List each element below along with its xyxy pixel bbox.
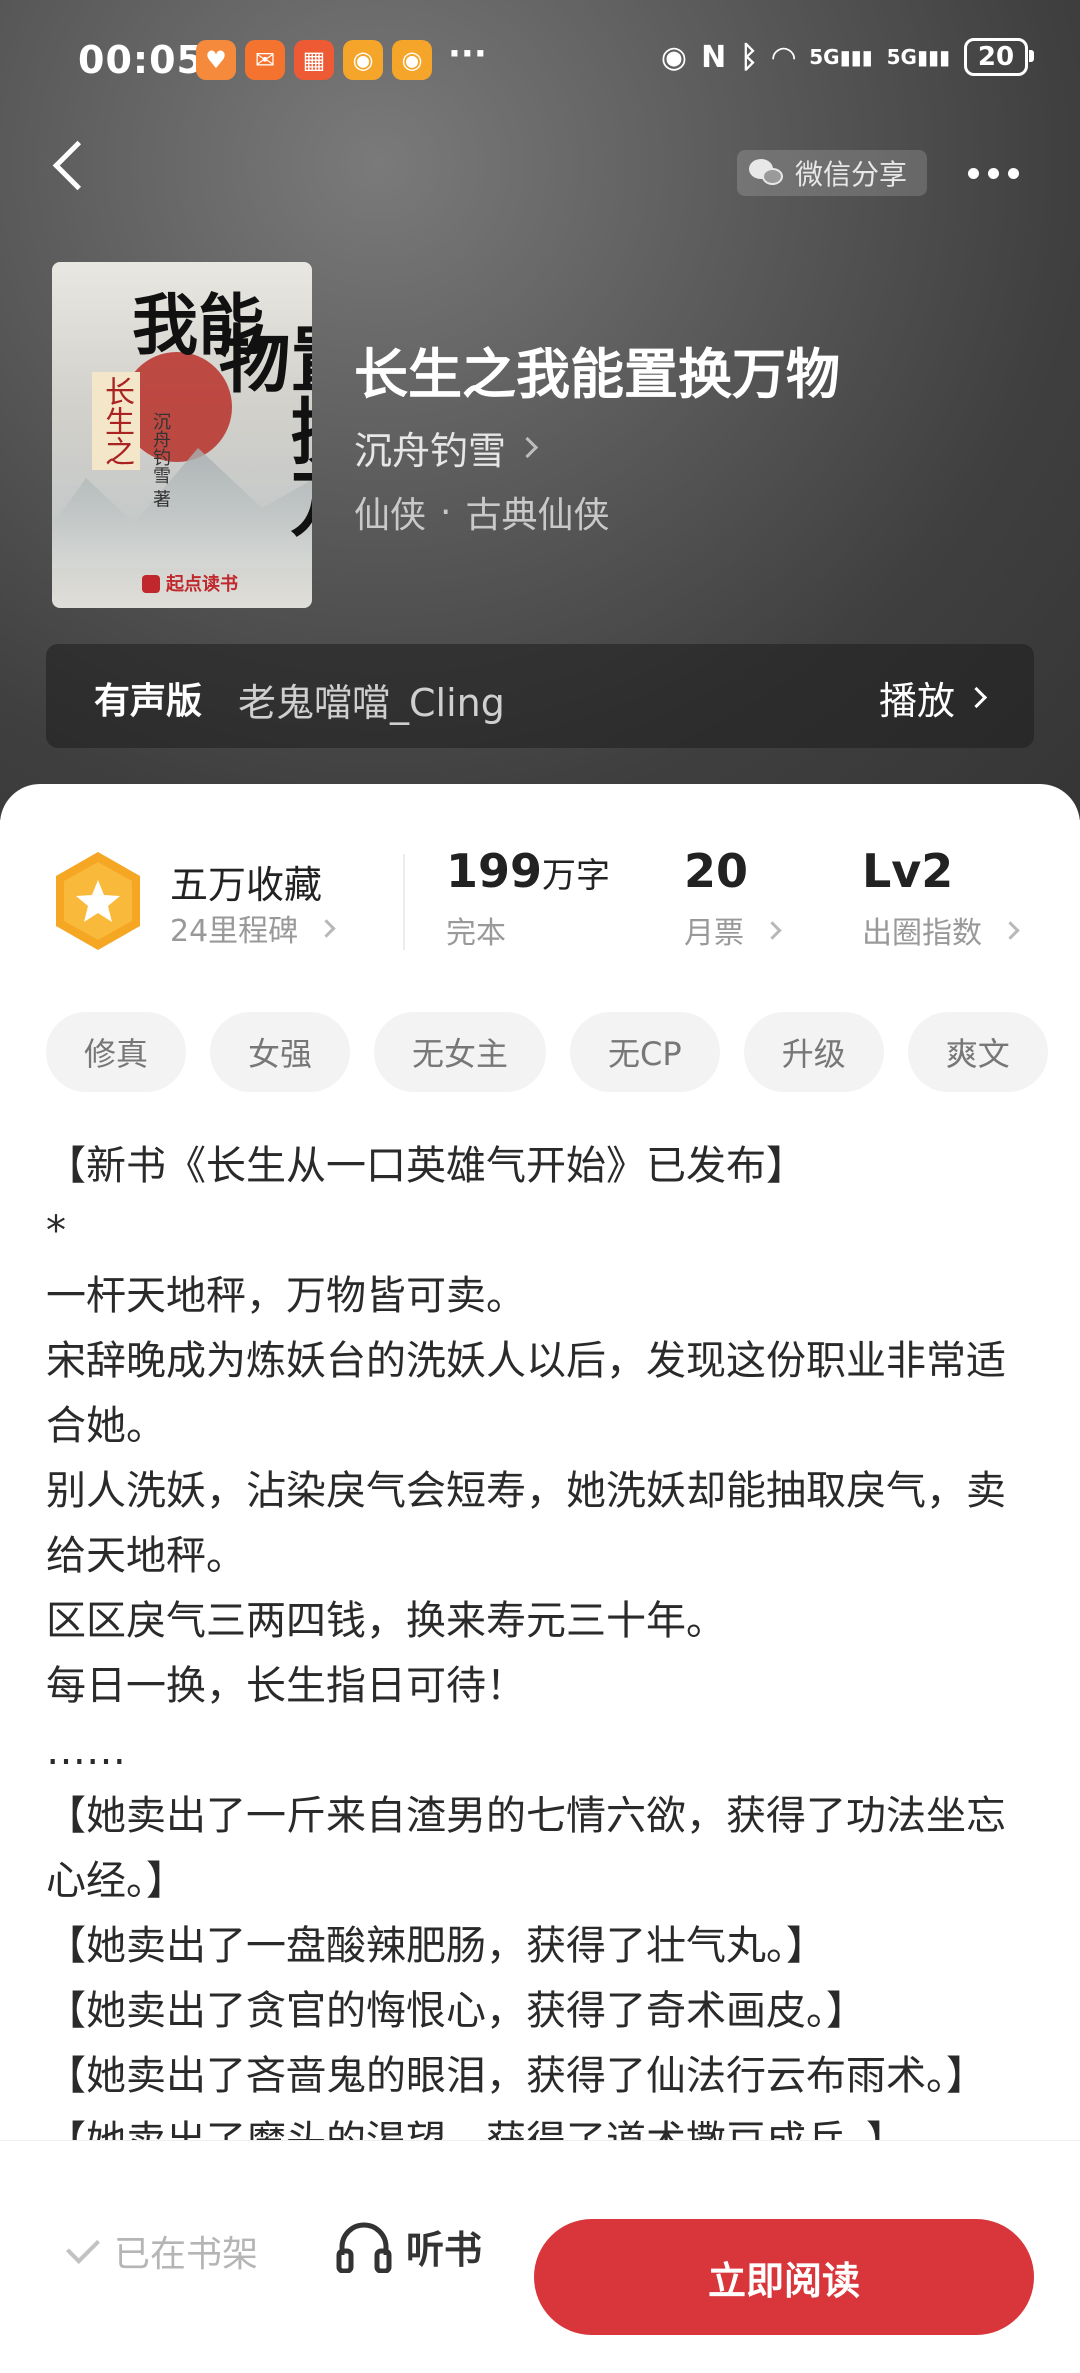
wechat-icon <box>749 159 785 187</box>
stats-row: 五万收藏 24里程碑 199万字 完本 20 月票 Lv2 出圈指数 <box>0 844 1080 974</box>
tag-chip[interactable]: 升级 <box>743 1012 884 1092</box>
cover-title-prefix: 长生之 <box>92 372 140 470</box>
mail-app-icon: ✉ <box>245 40 285 80</box>
play-label: 播放 <box>878 679 955 723</box>
status-time: 00:05 <box>78 38 204 82</box>
description-line: 【她卖出了吝啬鬼的眼泪，获得了仙法行云布雨术。】 <box>46 2053 986 2099</box>
shelf-label: 已在书架 <box>114 2234 259 2275</box>
listen-button[interactable]: 听书 <box>336 2219 482 2274</box>
headphones-icon <box>336 2222 392 2273</box>
status-bar: 00:05 ♥ ✉ ▦ ◉ ◉ ··· ◉ N ᛒ ◠ 5G▮▮▮ 5G▮▮▮ … <box>0 30 1080 100</box>
on-shelf-indicator: 已在书架 <box>66 2225 259 2277</box>
tag-chip[interactable]: 无女主 <box>374 1012 547 1092</box>
bluetooth-icon: ᛒ <box>740 39 759 75</box>
description-line: 区区戾气三两四钱，换来寿元三十年。 <box>46 1598 726 1644</box>
back-arrow-icon[interactable] <box>52 140 103 191</box>
description-line: 【她卖出了一盘酸辣肥肠，获得了壮气丸。】 <box>46 1923 826 1969</box>
description-line: 别人洗妖，沾染戾气会短寿，她洗妖却能抽取戾气，卖给天地秤。 <box>46 1468 1006 1579</box>
word-count: 199 <box>446 844 543 898</box>
tag-list: 修真 女强 无女主 无CP 升级 爽文 <box>46 1012 1048 1092</box>
weibo-app-icon: ◉ <box>343 40 383 80</box>
milestones-label: 24里程碑 <box>170 914 299 949</box>
author-name: 沉舟钓雪 <box>354 429 507 473</box>
nfc-icon: N <box>701 39 727 75</box>
check-icon <box>66 2230 100 2264</box>
bottom-action-bar: 已在书架 听书 立即阅读 <box>0 2140 1080 2373</box>
tag-chip[interactable]: 修真 <box>46 1012 187 1092</box>
battery-level: 20 <box>977 42 1015 72</box>
description-line: 一杆天地秤，万物皆可卖。 <box>46 1273 526 1319</box>
audiobook-label: 有声版 <box>94 681 203 722</box>
tag-chip[interactable]: 爽文 <box>907 1012 1048 1092</box>
level-label: 出圈指数 <box>862 916 982 951</box>
monthly-tickets: 20 <box>684 844 749 898</box>
monthly-tickets-stat[interactable]: 20 月票 <box>684 844 782 952</box>
description-line: …… <box>46 1728 126 1774</box>
battery-icon: 20 <box>964 38 1034 76</box>
tag-chip[interactable]: 女强 <box>210 1012 351 1092</box>
favorites-count: 五万收藏 <box>170 863 323 907</box>
header-background: 00:05 ♥ ✉ ▦ ◉ ◉ ··· ◉ N ᛒ ◠ 5G▮▮▮ 5G▮▮▮ … <box>0 0 1080 820</box>
wechat-share-button[interactable]: 微信分享 <box>737 150 928 196</box>
description-line: * <box>46 1208 66 1254</box>
chevron-right-icon <box>516 436 539 459</box>
genre-category[interactable]: 仙侠 <box>354 486 426 538</box>
chevron-right-icon <box>317 918 336 938</box>
play-button[interactable]: 播放 <box>878 670 988 725</box>
cover-title-b: 置换万物 <box>206 322 312 538</box>
audiobook-narrator: 老鬼噹噹_Cling <box>238 681 505 725</box>
cover-author: 沉舟钓雪 著 <box>150 412 171 508</box>
top-nav: 微信分享 <box>0 130 1080 220</box>
book-cover[interactable]: 我能 置换万物 长生之 沉舟钓雪 著 起点读书 <box>52 262 312 608</box>
level-stat[interactable]: Lv2 出圈指数 <box>862 844 1020 952</box>
milestones-link[interactable]: 24里程碑 <box>170 906 336 950</box>
audiobook-bar[interactable]: 有声版 老鬼噹噹_Cling 播放 <box>46 644 1034 748</box>
word-unit: 万字 <box>542 856 611 896</box>
book-description[interactable]: 【新书《长生从一口英雄气开始》已发布】 * 一杆天地秤，万物皆可卖。 宋辞晚成为… <box>46 1134 1036 2226</box>
genre-separator: · <box>440 491 452 533</box>
wifi-icon: ◠ <box>772 39 796 75</box>
chevron-right-icon <box>965 686 988 709</box>
description-line: 宋辞晚成为炼妖台的洗妖人以后，发现这份职业非常适合她。 <box>46 1338 1006 1449</box>
description-line: 每日一换，长生指日可待！ <box>46 1663 526 1709</box>
more-notifications-icon: ··· <box>448 34 487 74</box>
shield-app-icon: ♥ <box>196 40 236 80</box>
system-icons: ◉ N ᛒ ◠ 5G▮▮▮ 5G▮▮▮ 20 <box>660 38 1034 76</box>
description-line: 【她卖出了一斤来自渣男的七情六欲，获得了功法坐忘心经。】 <box>46 1793 1006 1904</box>
listen-label: 听书 <box>406 2228 483 2272</box>
read-now-button[interactable]: 立即阅读 <box>534 2219 1034 2335</box>
tag-chip[interactable]: 无CP <box>570 1012 720 1092</box>
book-title: 长生之我能置换万物 <box>354 342 840 406</box>
notification-icons: ♥ ✉ ▦ ◉ ◉ <box>196 40 432 80</box>
chevron-right-icon <box>763 920 782 940</box>
chevron-right-icon <box>1001 920 1020 940</box>
cover-publisher: 起点读书 <box>142 570 238 596</box>
description-line: 【她卖出了贪官的悔恨心，获得了奇术画皮。】 <box>46 1988 866 2034</box>
word-count-stat: 199万字 完本 <box>446 844 610 952</box>
author-link[interactable]: 沉舟钓雪 <box>354 420 539 475</box>
completion-status: 完本 <box>446 916 506 951</box>
genre-subcategory[interactable]: 古典仙侠 <box>465 486 609 538</box>
book-genre: 仙侠 · 古典仙侠 <box>354 486 609 538</box>
description-line: 【新书《长生从一口英雄气开始》已发布】 <box>46 1143 806 1189</box>
grid-app-icon: ▦ <box>294 40 334 80</box>
book-detail-card: 五万收藏 24里程碑 199万字 完本 20 月票 Lv2 出圈指数 修真 女强… <box>0 784 1080 2372</box>
monthly-tickets-label: 月票 <box>684 916 744 951</box>
wechat-share-label: 微信分享 <box>795 158 908 191</box>
eye-icon: ◉ <box>660 39 688 75</box>
level-value: Lv2 <box>862 844 954 898</box>
signal2-icon: 5G▮▮▮ <box>886 45 950 69</box>
star-medal-icon <box>52 850 144 952</box>
weibo2-app-icon: ◉ <box>392 40 432 80</box>
signal-icon: 5G▮▮▮ <box>809 45 873 69</box>
stats-divider <box>403 854 405 950</box>
more-options-icon[interactable] <box>968 168 1019 179</box>
